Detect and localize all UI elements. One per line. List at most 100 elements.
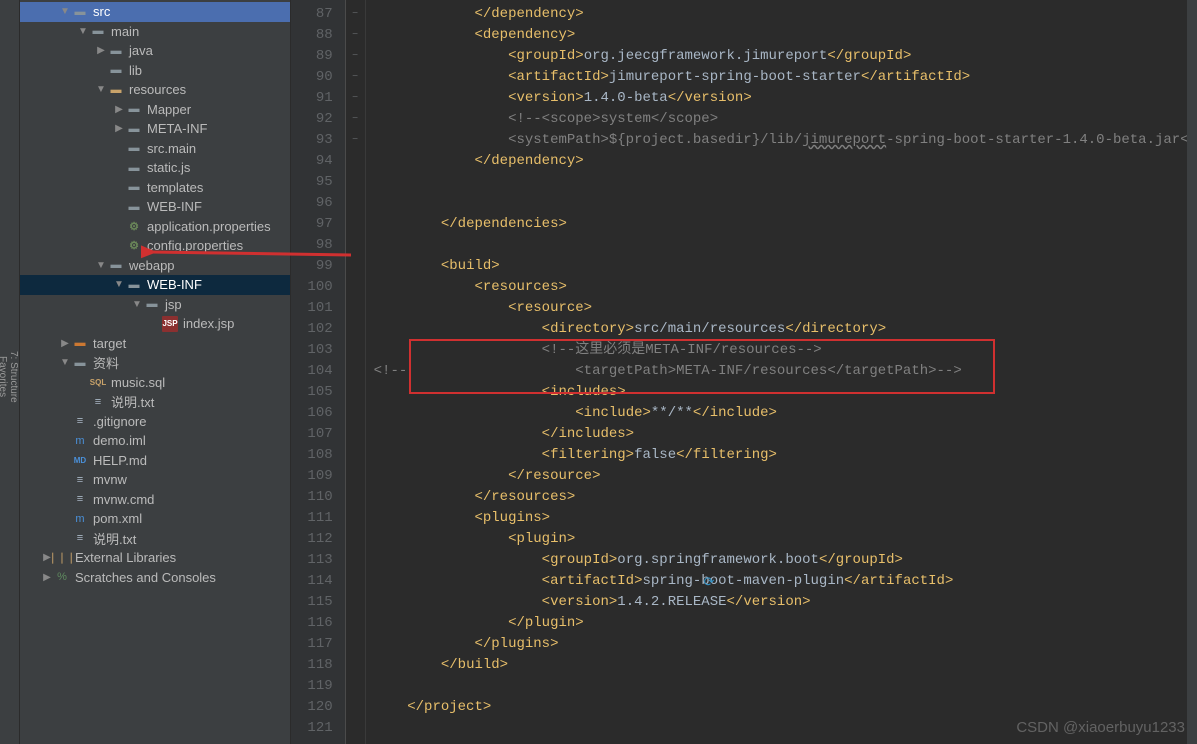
- code-line[interactable]: <!-- <targetPath>META-INF/resources</tar…: [374, 361, 1197, 382]
- code-line[interactable]: </resources>: [374, 487, 1197, 508]
- chevron-down-icon[interactable]: ▼: [76, 26, 90, 37]
- tree-item[interactable]: ▶%Scratches and Consoles: [20, 568, 290, 588]
- code-line[interactable]: [374, 676, 1197, 697]
- line-number: 91: [291, 88, 333, 109]
- rail-structure[interactable]: 7: Structure: [8, 351, 19, 403]
- fold-toggle-icon[interactable]: −: [346, 130, 365, 151]
- tree-item[interactable]: ▼▬jsp: [20, 295, 290, 315]
- code-line[interactable]: [374, 172, 1197, 193]
- code-line[interactable]: [374, 193, 1197, 214]
- project-tree[interactable]: ▼▬src▼▬main▶▬java▬lib▼▬resources▶▬Mapper…: [20, 0, 290, 587]
- folder-icon: ▬: [126, 121, 142, 137]
- folder-icon: ▬: [108, 43, 124, 59]
- tree-item-label: static.js: [147, 160, 190, 175]
- tree-item[interactable]: ≡.gitignore: [20, 412, 290, 432]
- code-line[interactable]: </dependency>: [374, 151, 1197, 172]
- code-line[interactable]: <groupId>org.springframework.boot</group…: [374, 550, 1197, 571]
- tree-item[interactable]: ⚙application.properties: [20, 217, 290, 237]
- code-content[interactable]: </dependency> <dependency> <groupId>org.…: [366, 0, 1197, 744]
- fold-toggle-icon[interactable]: −: [346, 4, 365, 25]
- tree-item[interactable]: ▶❘❘❘External Libraries: [20, 548, 290, 568]
- chevron-right-icon[interactable]: ▶: [94, 45, 108, 56]
- code-line[interactable]: </dependencies>: [374, 214, 1197, 235]
- code-line[interactable]: <version>1.4.2.RELEASE</version>: [374, 592, 1197, 613]
- chevron-right-icon[interactable]: ▶: [112, 104, 126, 115]
- code-line[interactable]: <!--<scope>system</scope>: [374, 109, 1197, 130]
- tree-item[interactable]: ▶▬Mapper: [20, 100, 290, 120]
- code-editor[interactable]: 8788899091929394959697989910010110210310…: [291, 0, 1197, 744]
- code-line[interactable]: <include>**/**</include>: [374, 403, 1197, 424]
- tree-item[interactable]: SQLmusic.sql: [20, 373, 290, 393]
- tree-item[interactable]: ▼▬WEB-INF: [20, 275, 290, 295]
- tree-item[interactable]: JSPindex.jsp: [20, 314, 290, 334]
- line-number: 102: [291, 319, 333, 340]
- code-line[interactable]: <version>1.4.0-beta</version>: [374, 88, 1197, 109]
- chevron-down-icon[interactable]: ▼: [94, 260, 108, 271]
- tree-item[interactable]: ≡说明.txt: [20, 529, 290, 549]
- root: 7: Structure Favorites ▼▬src▼▬main▶▬java…: [0, 0, 1197, 744]
- tree-item[interactable]: ▼▬webapp: [20, 256, 290, 276]
- code-line[interactable]: <groupId>org.jeecgframework.jimureport</…: [374, 46, 1197, 67]
- fold-gutter[interactable]: −−−−−−−: [346, 0, 366, 744]
- tree-item[interactable]: ▼▬资料: [20, 353, 290, 373]
- code-line[interactable]: <filtering>false</filtering>: [374, 445, 1197, 466]
- code-line[interactable]: </build>: [374, 655, 1197, 676]
- code-line[interactable]: <plugins>: [374, 508, 1197, 529]
- code-line[interactable]: <build>: [374, 256, 1197, 277]
- code-line[interactable]: <artifactId>jimureport-spring-boot-start…: [374, 67, 1197, 88]
- tree-item[interactable]: ▶▬java: [20, 41, 290, 61]
- tree-item[interactable]: ▬WEB-INF: [20, 197, 290, 217]
- line-number: 107: [291, 424, 333, 445]
- tree-item[interactable]: ≡说明.txt: [20, 392, 290, 412]
- line-number: 108: [291, 445, 333, 466]
- tree-item[interactable]: ≡mvnw: [20, 470, 290, 490]
- code-line[interactable]: </project>: [374, 697, 1197, 718]
- tree-item[interactable]: ▼▬main: [20, 22, 290, 42]
- code-line[interactable]: <systemPath>${project.basedir}/lib/jimur…: [374, 130, 1197, 151]
- tree-item[interactable]: ▼▬src: [20, 2, 290, 22]
- code-line[interactable]: </resource>: [374, 466, 1197, 487]
- tree-item[interactable]: ▬templates: [20, 178, 290, 198]
- fold-toggle-icon[interactable]: −: [346, 109, 365, 130]
- tree-item[interactable]: mpom.xml: [20, 509, 290, 529]
- chevron-down-icon[interactable]: ▼: [58, 6, 72, 17]
- code-line[interactable]: </plugin>: [374, 613, 1197, 634]
- tree-item-label: .gitignore: [93, 414, 146, 429]
- code-line[interactable]: </includes>: [374, 424, 1197, 445]
- code-line[interactable]: <includes>: [374, 382, 1197, 403]
- code-line[interactable]: <plugin>: [374, 529, 1197, 550]
- tree-item[interactable]: ▶▬target: [20, 334, 290, 354]
- chevron-down-icon[interactable]: ▼: [58, 357, 72, 368]
- tree-item-label: External Libraries: [75, 550, 176, 565]
- tree-item[interactable]: ▬static.js: [20, 158, 290, 178]
- fold-toggle-icon[interactable]: −: [346, 88, 365, 109]
- tree-item[interactable]: ▼▬resources: [20, 80, 290, 100]
- chevron-right-icon[interactable]: ▶: [58, 338, 72, 349]
- chevron-right-icon[interactable]: ▶: [112, 123, 126, 134]
- chevron-down-icon[interactable]: ▼: [130, 299, 144, 310]
- fold-toggle-icon[interactable]: −: [346, 46, 365, 67]
- tree-item[interactable]: ⚙config.properties: [20, 236, 290, 256]
- tree-item[interactable]: MDHELP.md: [20, 451, 290, 471]
- code-line[interactable]: <resource>: [374, 298, 1197, 319]
- tree-item[interactable]: mdemo.iml: [20, 431, 290, 451]
- run-reload-icon[interactable]: ⟳: [704, 575, 720, 591]
- code-line[interactable]: <resources>: [374, 277, 1197, 298]
- tree-item[interactable]: ▬lib: [20, 61, 290, 81]
- code-line[interactable]: <dependency>: [374, 25, 1197, 46]
- code-line[interactable]: <artifactId>spring-boot-maven-plugin</ar…: [374, 571, 1197, 592]
- code-line[interactable]: </plugins>: [374, 634, 1197, 655]
- fold-toggle-icon[interactable]: −: [346, 67, 365, 88]
- chevron-right-icon[interactable]: ▶: [40, 572, 54, 583]
- code-line[interactable]: <directory>src/main/resources</directory…: [374, 319, 1197, 340]
- code-line[interactable]: </dependency>: [374, 4, 1197, 25]
- rail-favorites[interactable]: Favorites: [0, 356, 8, 397]
- code-line[interactable]: <!--这里必须是META-INF/resources-->: [374, 340, 1197, 361]
- code-line[interactable]: [374, 235, 1197, 256]
- tree-item[interactable]: ▶▬META-INF: [20, 119, 290, 139]
- chevron-down-icon[interactable]: ▼: [112, 279, 126, 290]
- fold-toggle-icon[interactable]: −: [346, 25, 365, 46]
- tree-item[interactable]: ▬src.main: [20, 139, 290, 159]
- tree-item[interactable]: ≡mvnw.cmd: [20, 490, 290, 510]
- chevron-down-icon[interactable]: ▼: [94, 84, 108, 95]
